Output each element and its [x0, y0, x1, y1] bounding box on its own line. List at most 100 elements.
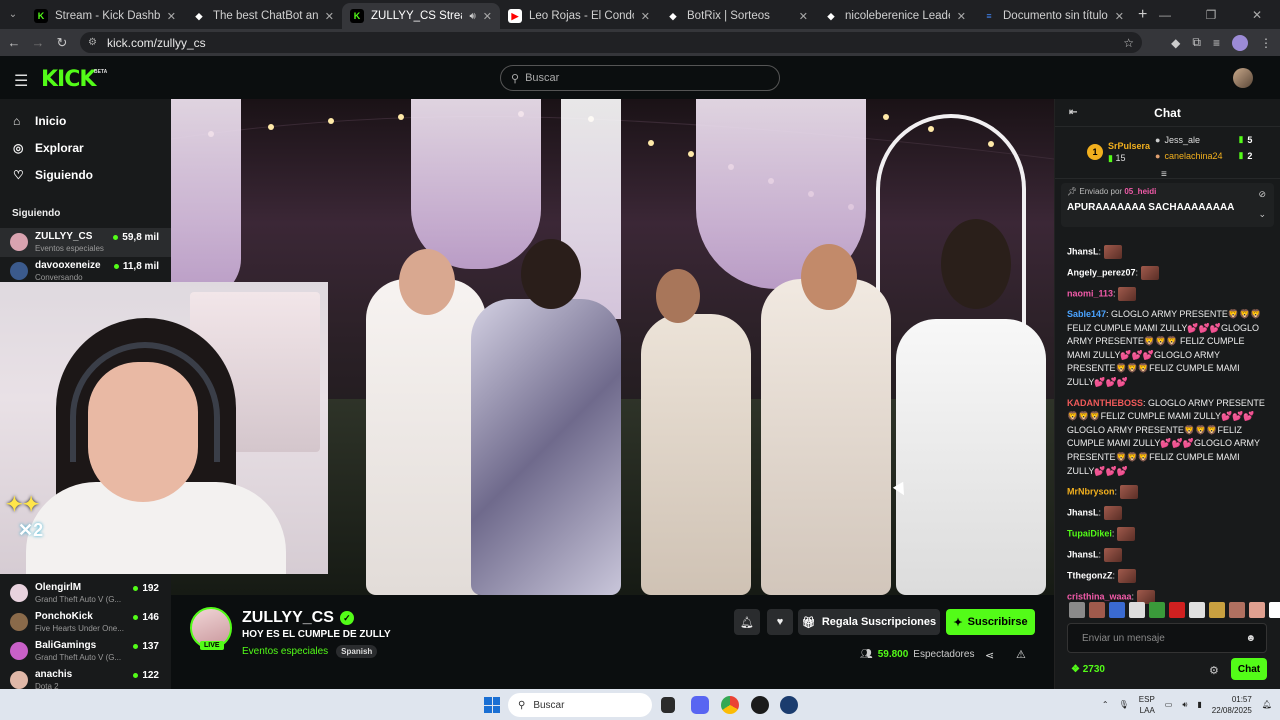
channel-list-item[interactable]: PonchoKick Five Hearts Under One... 146 — [0, 608, 171, 637]
chat-settings-gear-icon[interactable]: ⚙ — [1209, 664, 1219, 677]
follow-heart-button[interactable]: ♥ — [767, 609, 793, 635]
emote-icon[interactable] — [1189, 602, 1205, 618]
top-name[interactable]: SrPulsera — [1108, 140, 1150, 152]
file-explorer-icon[interactable] — [661, 697, 675, 713]
browser-tab[interactable]: K ZULLYY_CS Stream - Watch 🔊︎ ✕ — [342, 3, 500, 29]
tray-chevron-icon[interactable]: ⌃ — [1102, 700, 1109, 709]
sidebar-item-inicio[interactable]: ⌂ Inicio — [0, 107, 171, 134]
close-tab-icon[interactable]: ✕ — [799, 10, 808, 23]
clock[interactable]: 01:57 22/08/2025 — [1212, 694, 1252, 716]
browser-tab[interactable]: ▶ Leo Rojas - El Condor Pasa (Vid ✕ — [500, 3, 658, 29]
browser-tab[interactable]: K Stream - Kick Dashboard ✕ — [26, 3, 184, 29]
chat-username[interactable]: TthegonzZ — [1067, 571, 1113, 581]
profile-avatar[interactable] — [1232, 34, 1248, 51]
volume-icon[interactable]: 🔊︎ — [1182, 700, 1187, 710]
chat-username[interactable]: Angely_perez07 — [1067, 267, 1136, 277]
hamburger-menu-icon[interactable]: ☰ — [14, 71, 28, 91]
emote-icon[interactable] — [1089, 602, 1105, 618]
notification-bell-button[interactable]: 🔔︎ — [734, 609, 760, 635]
chrome-icon[interactable] — [721, 696, 739, 714]
leaderboard-toggle-icon[interactable]: ≡ — [1161, 169, 1167, 180]
chat-username[interactable]: JhansL — [1067, 246, 1099, 256]
windows-start-icon[interactable] — [484, 697, 500, 713]
reading-list-icon[interactable]: ≡ — [1213, 36, 1220, 50]
sidebar-item-explorar[interactable]: ◎ Explorar — [0, 134, 171, 161]
emote-icon[interactable] — [1229, 602, 1245, 618]
emoji-picker-icon[interactable]: ☻ — [1245, 633, 1256, 644]
chat-username[interactable]: JhansL — [1067, 508, 1099, 518]
speaker-icon[interactable]: 🔊︎ — [469, 11, 475, 22]
search-input[interactable]: ⚲ Buscar — [500, 65, 780, 91]
channel-list-item[interactable]: BaliGamings Grand Theft Auto V (G... 137 — [0, 637, 171, 666]
site-info-icon[interactable]: ⚙ — [88, 37, 97, 48]
emote-icon[interactable] — [1169, 602, 1185, 618]
channel-list-item[interactable]: OlengirlM Grand Theft Auto V (G... 192 — [0, 579, 171, 608]
close-tab-icon[interactable]: ✕ — [1115, 10, 1124, 23]
emote-icon[interactable] — [1109, 602, 1125, 618]
channel-list-item[interactable]: ZULLYY_CS Eventos especiales 59,8 mil — [0, 228, 171, 257]
steam-icon[interactable] — [780, 696, 798, 714]
chat-username[interactable]: Sable147 — [1067, 309, 1106, 319]
leaderboard-entry[interactable]: ● Jess_ale ▮ 5 — [1155, 134, 1252, 145]
discord-icon[interactable] — [691, 696, 709, 714]
menu-dots-icon[interactable]: ⋮ — [1260, 36, 1272, 50]
close-window-icon[interactable]: ✕ — [1234, 8, 1280, 22]
channel-name[interactable]: ZULLYY_CS — [242, 609, 334, 627]
chat-username[interactable]: MrNbryson — [1067, 487, 1115, 497]
chat-username[interactable]: naomi_113 — [1067, 288, 1113, 298]
stream-category[interactable]: Eventos especiales — [242, 646, 328, 657]
emote-icon[interactable] — [1069, 602, 1085, 618]
taskbar-search[interactable]: ⚲ Buscar — [508, 693, 652, 717]
chat-username[interactable]: cristhina_waaa — [1067, 592, 1132, 602]
subscribe-button[interactable]: ✦ Suscribirse — [946, 609, 1035, 635]
user-avatar[interactable] — [1233, 68, 1253, 88]
emote-icon[interactable] — [1129, 602, 1145, 618]
tab-search-icon[interactable]: ⌄ — [0, 0, 26, 29]
channel-points[interactable]: ❖ 2730 — [1071, 664, 1105, 675]
sidebar-item-siguiendo[interactable]: ♡ Siguiendo — [0, 161, 171, 188]
browser-tab[interactable]: ◆ BotRix | Sorteos ✕ — [658, 3, 816, 29]
browser-tab[interactable]: ◆ The best ChatBot and Widgets ✕ — [184, 3, 342, 29]
browser-tab[interactable]: ≡ Documento sin título - Docum ✕ — [974, 3, 1132, 29]
chat-username[interactable]: JhansL — [1067, 550, 1099, 560]
chat-input[interactable]: Enviar un mensaje ☻ — [1067, 623, 1267, 653]
send-chat-button[interactable]: Chat — [1231, 658, 1267, 680]
battery-icon[interactable]: ▮ — [1197, 700, 1201, 709]
close-tab-icon[interactable]: ✕ — [957, 10, 966, 23]
bookmark-star-icon[interactable]: ☆ — [1123, 36, 1134, 50]
back-icon[interactable]: ← — [2, 35, 26, 50]
maximize-icon[interactable]: ❐ — [1188, 8, 1234, 22]
gift-subs-button[interactable]: 🎁︎ Regala Suscripciones — [798, 609, 940, 635]
chat-username[interactable]: KADANTHEBOSS — [1067, 398, 1143, 408]
language-tag[interactable]: Spanish — [336, 645, 378, 658]
language-indicator[interactable]: ESP LAA — [1139, 694, 1155, 716]
close-tab-icon[interactable]: ✕ — [167, 10, 176, 23]
browser-tab[interactable]: ◆ nicoleberenice LeaderBoard | T ✕ — [816, 3, 974, 29]
close-tab-icon[interactable]: ✕ — [641, 10, 650, 23]
pinned-user[interactable]: 05_heidi — [1124, 187, 1156, 196]
emote-icon[interactable] — [1249, 602, 1265, 618]
emote-icon[interactable] — [1149, 602, 1165, 618]
notifications-icon[interactable]: 🔔︎ — [1262, 700, 1272, 709]
report-icon[interactable]: ⚠ — [1016, 648, 1026, 661]
emote-icon[interactable] — [1269, 602, 1280, 618]
leaderboard-entry[interactable]: ● canelachina24 ▮ 2 — [1155, 150, 1252, 161]
share-icon[interactable]: ⋖ — [985, 649, 994, 662]
obs-icon[interactable] — [751, 696, 769, 714]
close-tab-icon[interactable]: ✕ — [483, 10, 492, 23]
microphone-icon[interactable]: 🎙︎ — [1119, 700, 1129, 709]
emote-icon[interactable] — [1209, 602, 1225, 618]
chevron-down-icon[interactable]: ⌄ — [1258, 209, 1266, 220]
chat-username[interactable]: TupaiDikei — [1067, 529, 1112, 539]
puzzle-icon[interactable]: ⧉ — [1192, 35, 1201, 50]
network-icon[interactable]: ▭ — [1165, 700, 1173, 709]
collapse-chat-icon[interactable]: ⇤ — [1069, 107, 1077, 118]
forward-icon[interactable]: → — [26, 35, 50, 50]
kick-logo[interactable]: KICK — [41, 67, 96, 92]
extension-icon[interactable]: ◆ — [1171, 36, 1180, 50]
minimize-icon[interactable]: — — [1142, 8, 1188, 22]
url-field[interactable]: ⚙ kick.com/zullyy_cs ☆ — [80, 32, 1142, 53]
close-tab-icon[interactable]: ✕ — [325, 10, 334, 23]
hide-pin-icon[interactable]: ⊘ — [1258, 189, 1266, 200]
reload-icon[interactable]: ↻ — [50, 35, 74, 51]
